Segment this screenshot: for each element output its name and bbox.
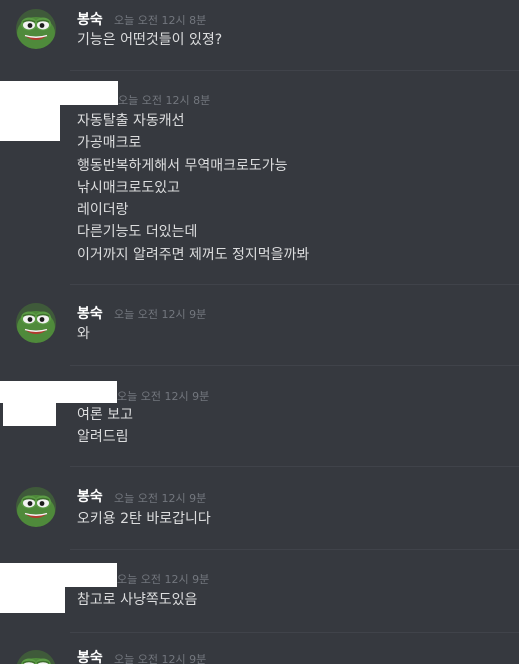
pepe-frog-icon — [16, 650, 56, 664]
message-timestamp: 오늘 오전 12시 9분 — [114, 653, 207, 664]
chat-message: 봉숙 오늘 오전 12시 9분 오키용 2탄 바로갑니다 — [0, 467, 519, 549]
author-name[interactable]: 봉숙 — [77, 303, 103, 323]
chat-message: 봉숙 오늘 오전 12시 9분 — [0, 633, 519, 664]
message-line: 오키용 2탄 바로갑니다 — [77, 511, 211, 527]
message-content: 여론 보고 알려드림 — [77, 404, 133, 449]
redacted-author-name — [0, 381, 117, 403]
message-timestamp: 오늘 오전 12시 8분 — [114, 14, 207, 27]
message-line: 와 — [77, 326, 90, 342]
user-avatar[interactable] — [16, 650, 56, 664]
chat-message: 봉숙 오늘 오전 12시 8분 기능은 어떤것들이 있졍? — [0, 0, 519, 70]
author-name[interactable]: 봉숙 — [77, 647, 103, 664]
chat-message: 봉숙 오늘 오전 12시 9분 와 — [0, 285, 519, 365]
message-line: 레이더랑 — [77, 202, 129, 219]
user-avatar[interactable] — [16, 9, 56, 49]
chat-message: 오늘 오전 12시 9분 참고로 사냥쪽도있음 — [0, 550, 519, 632]
message-timestamp: 오늘 오전 12시 9분 — [117, 573, 210, 586]
message-line: 이거까지 알려주면 제꺼도 정지먹을까봐 — [77, 246, 310, 263]
message-line: 가공매크로 — [77, 135, 142, 152]
message-line: 여론 보고 — [77, 407, 133, 423]
chat-message: 오늘 오전 12시 8분 자동탈출 자동캐선 가공매크로 행동반복하게해서 무역… — [0, 71, 519, 284]
message-content: 자동탈출 자동캐선 가공매크로 행동반복하게해서 무역매크로도가능 낚시매크로도… — [77, 110, 309, 266]
redacted-author-name — [0, 81, 118, 105]
chat-message: 오늘 오전 12시 9분 여론 보고 알려드림 — [0, 366, 519, 466]
author-name[interactable]: 봉숙 — [77, 9, 103, 29]
message-timestamp: 오늘 오전 12시 9분 — [114, 308, 207, 321]
message-content: 와 — [77, 323, 90, 345]
message-content: 기능은 어떤것들이 있졍? — [77, 29, 222, 51]
message-line: 자동탈출 자동캐선 — [77, 113, 185, 129]
pepe-frog-icon — [16, 9, 56, 49]
pepe-frog-icon — [16, 303, 56, 343]
message-line: 알려드림 — [77, 429, 129, 446]
message-line: 행동반복하게해서 무역매크로도가능 — [77, 157, 288, 174]
redacted-author-name — [0, 563, 117, 587]
message-content: 오키용 2탄 바로갑니다 — [77, 508, 211, 530]
message-line: 다른기능도 더있는데 — [77, 224, 198, 241]
user-avatar[interactable] — [16, 303, 56, 343]
message-timestamp: 오늘 오전 12시 9분 — [114, 492, 207, 505]
message-timestamp: 오늘 오전 12시 9분 — [117, 390, 210, 403]
message-line: 기능은 어떤것들이 있졍? — [77, 32, 223, 48]
pepe-frog-icon — [16, 487, 56, 527]
message-line: 참고로 사냥쪽도있음 — [77, 592, 198, 608]
author-name[interactable]: 봉숙 — [77, 486, 103, 506]
user-avatar[interactable] — [16, 487, 56, 527]
message-line: 낚시매크로도있고 — [77, 179, 181, 196]
message-timestamp: 오늘 오전 12시 8분 — [118, 94, 211, 107]
message-content: 참고로 사냥쪽도있음 — [77, 589, 197, 611]
